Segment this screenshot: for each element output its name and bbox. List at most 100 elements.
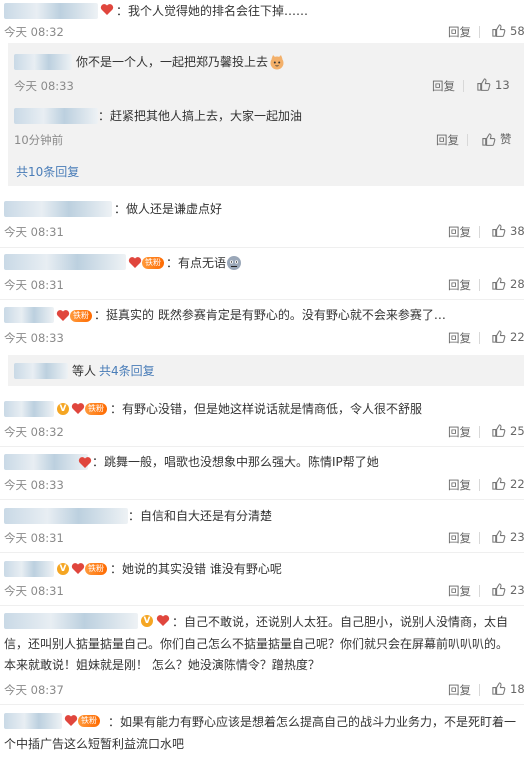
thumbs-up-icon	[477, 78, 491, 91]
like-count: 22	[510, 329, 524, 344]
comment-text: ：自己不敢说，还说别人太狂。自己胆小，说别人没情商，太自信，还叫别人掂量掂量自己…	[4, 615, 509, 672]
like-button[interactable]: 22	[491, 476, 524, 491]
comment-time: 今天 08:32	[4, 425, 64, 439]
thumbs-up-icon	[492, 682, 506, 695]
heart-badge-icon	[71, 563, 85, 574]
reply-button[interactable]: 回复	[448, 424, 471, 440]
heart-badge-icon	[56, 310, 70, 321]
like-count: 22	[510, 476, 524, 491]
reply-button[interactable]: 回复	[448, 330, 471, 346]
divider	[479, 532, 480, 544]
username[interactable]	[4, 254, 126, 270]
like-button[interactable]: 58	[491, 23, 524, 38]
username[interactable]	[4, 201, 112, 217]
more-replies-link[interactable]: 共10条回复	[16, 163, 79, 180]
thumbs-up-icon	[482, 132, 496, 146]
like-button[interactable]: 28	[491, 276, 524, 291]
like-button[interactable]: 38	[491, 223, 524, 238]
comment-text: ：跳舞一般，唱歌也没想象中那么强大。陈情IP帮了她	[92, 455, 379, 469]
fan-badge: 铁粉	[85, 563, 107, 575]
reply-button[interactable]: 回复	[432, 78, 455, 94]
like-count: 23	[510, 529, 524, 544]
like-button[interactable]: 25	[491, 423, 524, 438]
username[interactable]	[14, 108, 98, 124]
like-count: 13	[495, 77, 510, 92]
verified-badge-icon: V	[57, 563, 69, 575]
reply-button[interactable]: 回复	[436, 132, 459, 148]
thumbs-up-icon	[492, 530, 506, 543]
thumbs-up-icon	[492, 24, 506, 37]
divider	[479, 684, 480, 696]
like-count: 38	[510, 223, 524, 238]
like-button[interactable]: 23	[491, 582, 524, 597]
username[interactable]	[14, 54, 72, 70]
divider	[479, 332, 480, 344]
reply-text: ：赶紧把其他人搞上去，大家一起加油	[98, 109, 303, 123]
reply-button[interactable]: 回复	[448, 277, 471, 293]
verified-badge-icon: V	[57, 403, 69, 415]
comment-time: 今天 08:33	[4, 331, 64, 345]
divider	[479, 426, 480, 438]
reply-time: 今天 08:33	[14, 79, 74, 93]
comment-text: ：有野心没错，但是她这样说话就是情商低，令人很不舒服	[110, 402, 423, 416]
username[interactable]	[4, 561, 54, 577]
like-button[interactable]: 22	[491, 329, 524, 344]
divider	[479, 279, 480, 291]
divider	[479, 26, 480, 38]
like-button[interactable]: 23	[491, 529, 524, 544]
divider	[479, 585, 480, 597]
thumbs-up-icon	[492, 330, 506, 343]
heart-badge-icon	[100, 4, 114, 15]
more-replies-link[interactable]: 共4条回复	[99, 362, 155, 379]
fan-badge: 铁粉	[85, 403, 107, 415]
username[interactable]	[4, 454, 88, 470]
reply-time: 10分钟前	[14, 133, 64, 147]
divider	[0, 704, 524, 705]
thumbs-up-icon	[492, 277, 506, 290]
username[interactable]	[4, 307, 54, 323]
comment-time: 今天 08:37	[4, 683, 64, 697]
like-button[interactable]: 18	[491, 681, 524, 696]
divider	[0, 499, 524, 500]
divider	[0, 552, 524, 553]
reply-button[interactable]: 回复	[448, 682, 471, 698]
thumbs-up-icon	[492, 477, 506, 490]
cat-emoji-icon	[270, 55, 284, 70]
heart-badge-icon	[78, 457, 92, 468]
divider	[0, 605, 524, 606]
divider	[463, 80, 464, 92]
comment-time: 今天 08:31	[4, 225, 64, 239]
comment-time: 今天 08:32	[4, 25, 64, 39]
reply-button[interactable]: 回复	[448, 583, 471, 599]
like-count: 28	[510, 276, 524, 291]
reply-button[interactable]: 回复	[448, 224, 471, 240]
divider	[0, 446, 524, 447]
heart-badge-icon	[128, 257, 142, 268]
username[interactable]	[14, 363, 68, 379]
comment-text: ：有点无语	[166, 256, 227, 270]
username[interactable]	[4, 508, 128, 524]
like-count: 23	[510, 582, 524, 597]
fan-badge: 铁粉	[70, 310, 92, 322]
reply-button[interactable]: 回复	[448, 477, 471, 493]
comment-text: ：我个人觉得她的排名会往下掉……	[116, 4, 309, 18]
reply-button[interactable]: 回复	[448, 24, 471, 40]
comment-time: 今天 08:31	[4, 584, 64, 598]
comment-time: 今天 08:31	[4, 278, 64, 292]
like-button[interactable]: 13	[476, 77, 510, 92]
username[interactable]	[4, 3, 98, 19]
speechless-emoji-icon	[227, 256, 241, 270]
like-count: 18	[510, 681, 524, 696]
like-button[interactable]: 赞	[481, 131, 512, 147]
more-replies-prefix: 等人	[72, 364, 97, 378]
divider	[0, 299, 524, 300]
like-count: 58	[510, 23, 524, 38]
comment-text: ：自信和自大还是有分清楚	[128, 509, 273, 523]
heart-badge-icon	[71, 403, 85, 414]
reply-button[interactable]: 回复	[448, 530, 471, 546]
comment-text: ：如果有能力有野心应该是想着怎么提高自己的战斗力业务力，不是死盯着一个中插广告这…	[4, 715, 517, 751]
fan-badge: 铁粉	[142, 257, 164, 269]
username[interactable]	[4, 401, 54, 417]
divider	[479, 226, 480, 238]
divider	[0, 247, 524, 248]
